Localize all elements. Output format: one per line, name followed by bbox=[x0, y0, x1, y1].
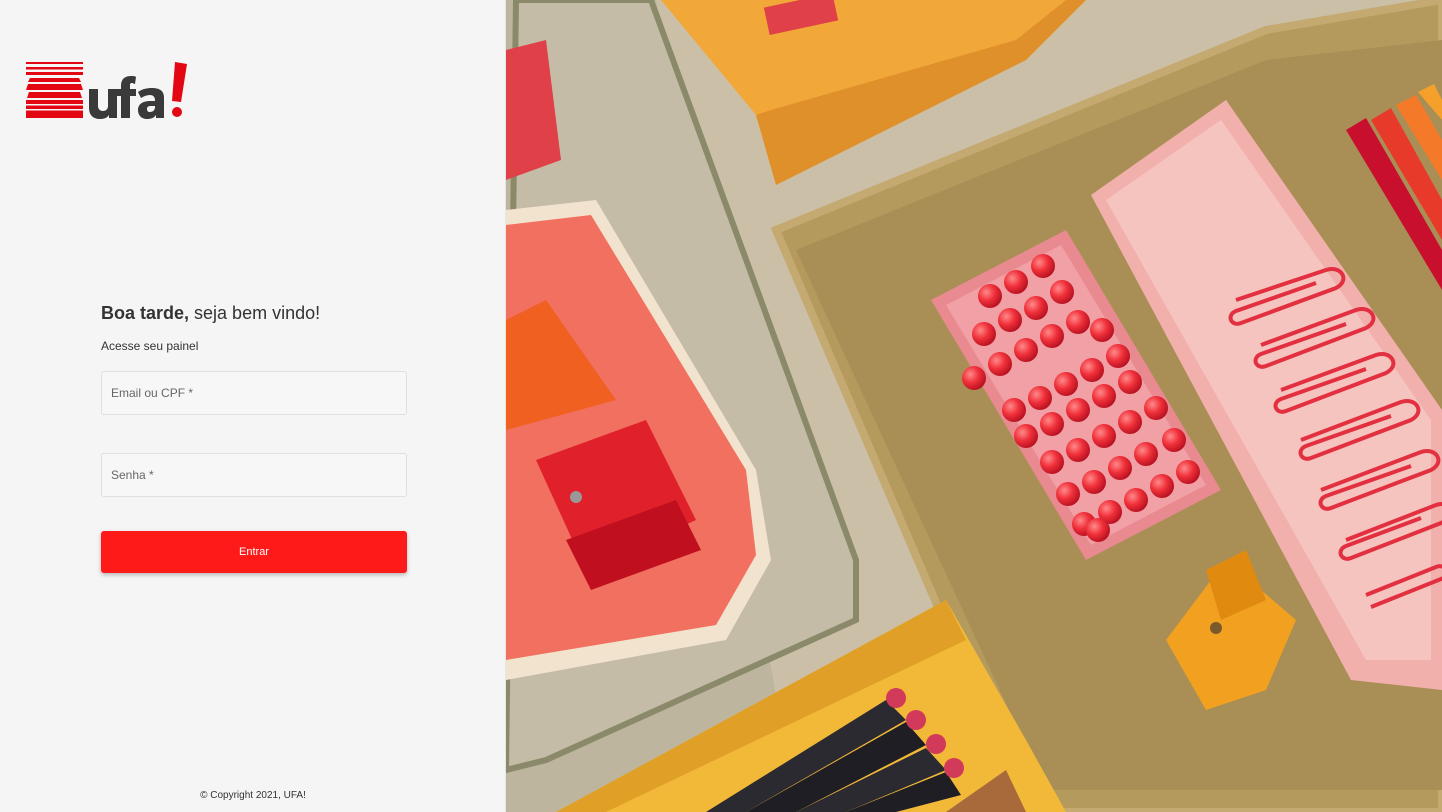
ufa-logo[interactable] bbox=[25, 60, 195, 120]
login-panel: Boa tarde, seja bem vindo! Acesse seu pa… bbox=[0, 0, 506, 812]
greeting-welcome: seja bem vindo! bbox=[189, 303, 321, 323]
submit-button[interactable]: Entrar bbox=[101, 531, 407, 573]
login-form: Boa tarde, seja bem vindo! Acesse seu pa… bbox=[101, 300, 407, 573]
login-page: Boa tarde, seja bem vindo! Acesse seu pa… bbox=[0, 0, 1442, 812]
greeting-heading: Boa tarde, seja bem vindo! bbox=[101, 300, 407, 326]
copyright-text: © Copyright 2021, UFA! bbox=[200, 790, 306, 801]
password-field bbox=[101, 453, 407, 497]
office-supplies-illustration bbox=[506, 0, 1442, 812]
password-input[interactable] bbox=[102, 454, 406, 496]
login-subtitle: Acesse seu painel bbox=[101, 339, 199, 353]
email-input[interactable] bbox=[102, 372, 406, 414]
email-field bbox=[101, 371, 407, 415]
greeting-time: Boa tarde, bbox=[101, 303, 190, 323]
hero-image bbox=[506, 0, 1442, 812]
ufa-logo-mark bbox=[26, 62, 187, 119]
